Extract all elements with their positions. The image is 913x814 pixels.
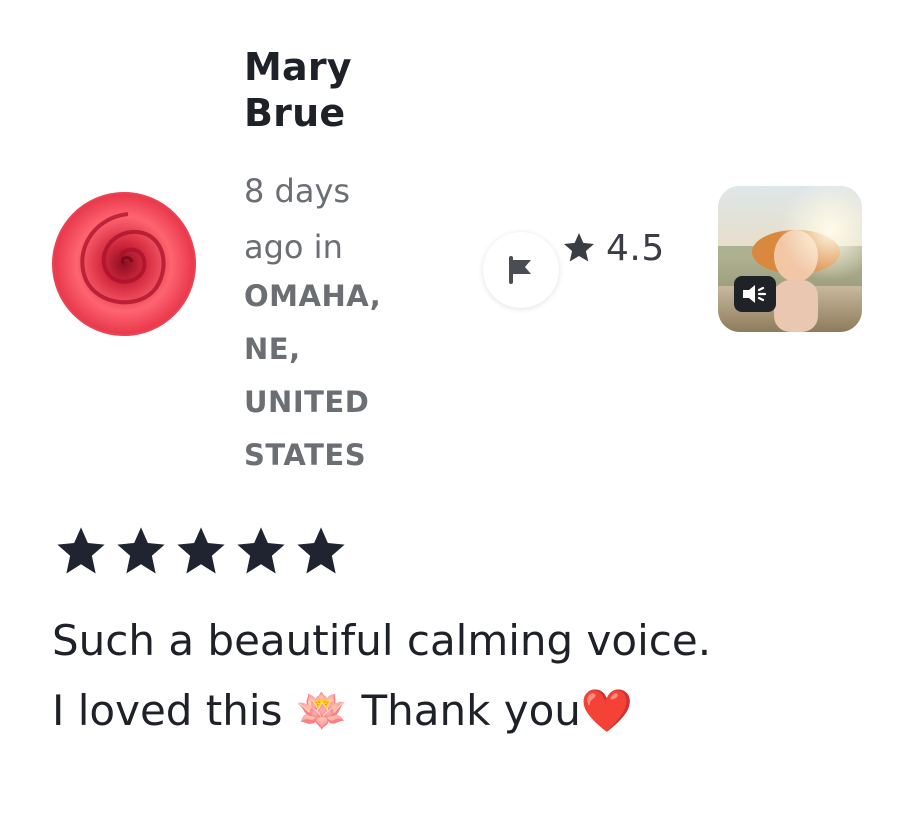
reviewer-name[interactable]: Mary Brue: [244, 44, 404, 136]
reviewer-name-text: Mary Brue: [244, 45, 352, 135]
review-location-text: OMAHA, NE, UNITED STATES: [244, 279, 382, 472]
rating-star-icon: [297, 527, 345, 574]
flag-icon: [509, 256, 531, 284]
rating-star-icon: [57, 527, 105, 574]
overall-rating: 4.5: [560, 224, 665, 272]
user-star-rating: [52, 525, 350, 577]
review-time: 8 days ago in: [244, 163, 404, 275]
content-thumbnail[interactable]: [718, 186, 862, 332]
review-card: Mary Brue 8 days ago in OMAHA, NE, UNITE…: [0, 0, 913, 814]
star-icon: [564, 233, 594, 262]
review-body: Such a beautiful calming voice. I loved …: [52, 616, 712, 735]
rating-star-icon: [117, 527, 165, 574]
rating-star-icon: [177, 527, 225, 574]
speaker-icon: [743, 285, 767, 303]
review-location: OMAHA, NE, UNITED STATES: [244, 270, 414, 482]
report-flag-button[interactable]: [483, 232, 559, 308]
rating-value: 4.5: [606, 227, 665, 269]
reviewer-avatar[interactable]: [52, 192, 196, 336]
audio-badge[interactable]: [734, 276, 776, 312]
review-time-text: 8 days ago in: [244, 172, 351, 266]
rating-star-icon: [237, 527, 285, 574]
